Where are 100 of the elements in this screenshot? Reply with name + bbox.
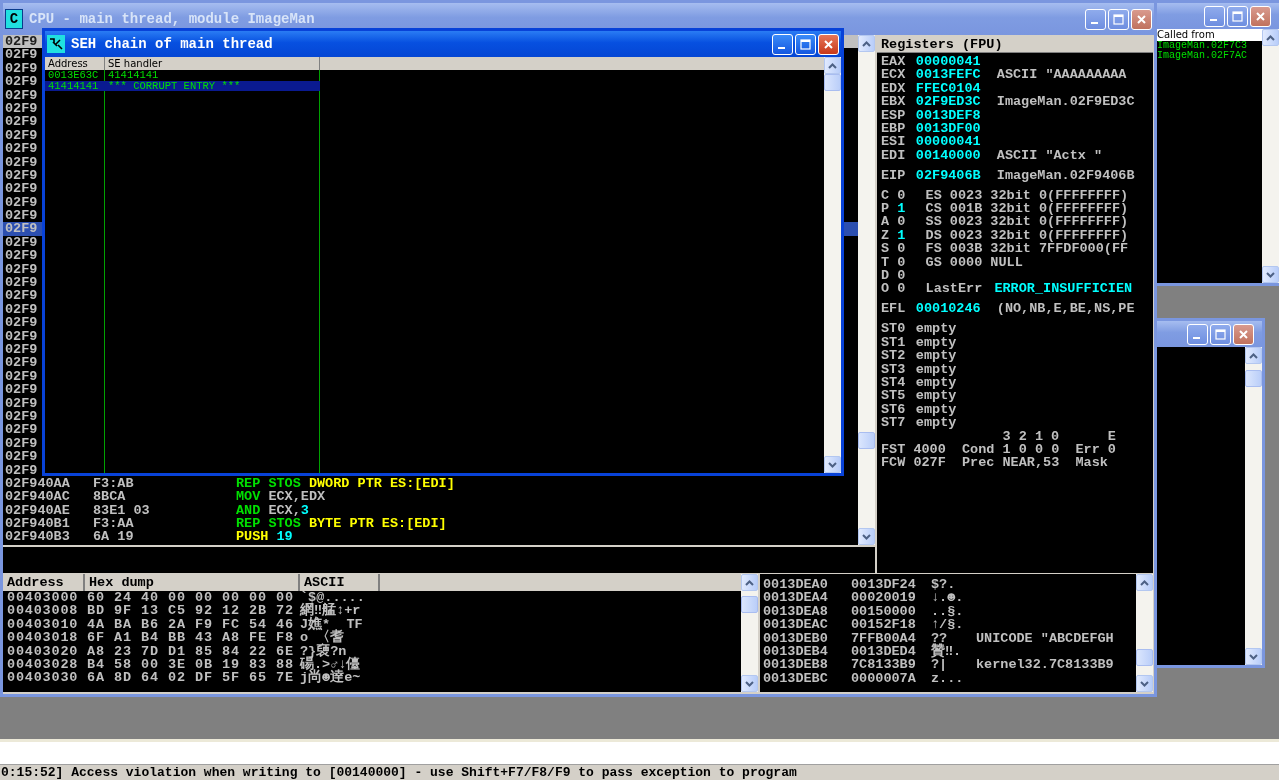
register-value[interactable]: empty — [915, 322, 957, 336]
scroll-down-button[interactable] — [824, 456, 841, 473]
scroll-down-button[interactable] — [741, 675, 758, 692]
close-icon — [1136, 13, 1147, 25]
register-value[interactable]: 02F9ED3C — [915, 95, 981, 109]
register-value[interactable]: 00140000 — [915, 148, 981, 163]
register-value[interactable]: 02F9406B — [915, 168, 981, 183]
scroll-thumb[interactable] — [1245, 370, 1262, 387]
maximize-button[interactable] — [1210, 323, 1231, 345]
minimize-button[interactable] — [1085, 8, 1106, 30]
register-value[interactable]: FFEC0104 — [915, 81, 981, 96]
vertical-scrollbar[interactable] — [741, 574, 758, 692]
scroll-thumb[interactable] — [1136, 649, 1153, 666]
scroll-up-button[interactable] — [824, 57, 841, 74]
vertical-scrollbar[interactable] — [824, 57, 841, 473]
chevron-down-icon — [1266, 271, 1275, 278]
scroll-up-button[interactable] — [741, 574, 758, 591]
disassembly-row[interactable]: 02F940AE 83E1 03 AND ECX,3 — [3, 503, 858, 518]
call-stack-entry[interactable]: ImageMan.02F7C3 — [1155, 41, 1262, 51]
close-button[interactable] — [818, 33, 839, 55]
flag-value[interactable]: 0 — [897, 269, 906, 283]
scroll-down-button[interactable] — [1136, 675, 1153, 692]
register-name: ESI — [881, 135, 906, 149]
stack-value: 7C8133B9 — [851, 658, 917, 672]
register-value[interactable]: empty — [915, 349, 957, 363]
address-text: 02F9 — [4, 463, 38, 477]
flag-value[interactable]: 0 — [897, 215, 906, 229]
flag-value[interactable]: 1 — [897, 202, 906, 216]
scroll-down-button[interactable] — [1262, 266, 1279, 283]
column-header[interactable]: Address — [3, 574, 85, 591]
close-button[interactable] — [1250, 5, 1271, 27]
scroll-thumb[interactable] — [824, 74, 841, 91]
close-icon — [823, 38, 834, 50]
register-value[interactable]: 0013DF00 — [915, 121, 981, 136]
register-value[interactable]: 00010246 — [915, 302, 981, 316]
flag-value[interactable]: 0 — [897, 282, 906, 296]
disassembly-row[interactable]: 02F940AA F3:AB REP STOS DWORD PTR ES:[EDI] — [3, 476, 858, 491]
instruction-text: PUSH 19 — [236, 530, 293, 544]
flag-name: Z — [881, 228, 890, 243]
hex-bytes: 8BCA — [93, 490, 127, 504]
maximize-button[interactable] — [1108, 8, 1129, 30]
register-value[interactable]: empty — [915, 389, 957, 403]
maximize-button[interactable] — [795, 33, 816, 55]
flag-value[interactable]: 0 — [897, 242, 906, 256]
address-text: 02F940AE — [4, 503, 71, 518]
register-value[interactable]: empty — [915, 402, 957, 417]
register-value[interactable]: empty — [915, 375, 957, 390]
ascii-text: ?| — [931, 658, 949, 672]
scroll-thumb[interactable] — [858, 432, 875, 449]
disassembly-row[interactable]: 02F940B3 6A 19 PUSH 19 — [3, 530, 858, 544]
flag-value[interactable]: 1 — [897, 228, 906, 243]
seh-entry-row[interactable]: 0013E63C 41414141 — [45, 70, 320, 81]
scroll-up-button[interactable] — [1245, 347, 1262, 364]
scroll-thumb[interactable] — [741, 596, 758, 613]
address-text: 0013DEAC — [762, 618, 829, 632]
minimize-icon — [1192, 337, 1200, 339]
seh-entry-row[interactable]: 41414141 *** CORRUPT ENTRY *** — [45, 80, 320, 91]
handler-text: 41414141 — [107, 70, 159, 81]
flag-value[interactable]: 0 — [897, 255, 906, 270]
handler-text: *** CORRUPT ENTRY *** — [107, 80, 241, 91]
vertical-scrollbar[interactable] — [1136, 574, 1153, 692]
column-header[interactable]: Address — [45, 57, 105, 70]
register-value[interactable]: empty — [915, 416, 957, 430]
register-value[interactable]: empty — [915, 362, 957, 376]
address-text: 41414141 — [47, 80, 100, 91]
pane-header[interactable]: Registers (FPU) — [877, 35, 1153, 53]
address-text: 02F940AA — [4, 476, 71, 491]
fpu-status-line: FST 4000 Cond 1 0 0 0 Err 0 — [881, 442, 1116, 457]
close-button[interactable] — [1131, 8, 1152, 30]
column-header[interactable]: Hex dump — [85, 574, 300, 591]
scroll-down-button[interactable] — [858, 528, 875, 545]
maximize-icon — [1113, 13, 1124, 25]
minimize-button[interactable] — [772, 33, 793, 55]
ascii-text: j尚☻逹e~ — [300, 671, 361, 685]
register-value[interactable]: empty — [915, 335, 957, 350]
column-header[interactable]: ASCII — [300, 574, 380, 591]
register-name: ST5 — [881, 389, 906, 403]
call-stack-entry[interactable]: ImageMan.02F7AC — [1155, 51, 1262, 61]
flag-value[interactable]: 0 — [897, 188, 906, 203]
address-text: 02F9 — [4, 316, 38, 330]
close-button[interactable] — [1233, 323, 1254, 345]
vertical-scrollbar[interactable] — [1262, 29, 1279, 283]
vertical-scrollbar[interactable] — [1245, 347, 1262, 665]
register-name: EFL — [881, 302, 906, 316]
disassembly-row[interactable]: 02F940AC 8BCA MOV ECX,EDX — [3, 490, 858, 504]
disassembly-row[interactable]: 02F940B1 F3:AA REP STOS BYTE PTR ES:[EDI] — [3, 517, 858, 531]
register-value[interactable]: 00000041 — [915, 55, 981, 69]
column-header[interactable]: Called from — [1155, 29, 1262, 41]
maximize-button[interactable] — [1227, 5, 1248, 27]
vertical-scrollbar[interactable] — [858, 35, 875, 545]
register-value[interactable]: 00000041 — [915, 135, 981, 149]
register-value[interactable]: 0013DEF8 — [915, 108, 981, 122]
scroll-down-button[interactable] — [1245, 648, 1262, 665]
scroll-up-button[interactable] — [858, 35, 875, 52]
register-value[interactable]: 0013FEFC — [915, 68, 981, 82]
minimize-button[interactable] — [1187, 323, 1208, 345]
address-text: 02F9 — [4, 276, 38, 290]
minimize-button[interactable] — [1204, 5, 1225, 27]
scroll-up-button[interactable] — [1136, 574, 1153, 591]
scroll-up-button[interactable] — [1262, 29, 1279, 46]
